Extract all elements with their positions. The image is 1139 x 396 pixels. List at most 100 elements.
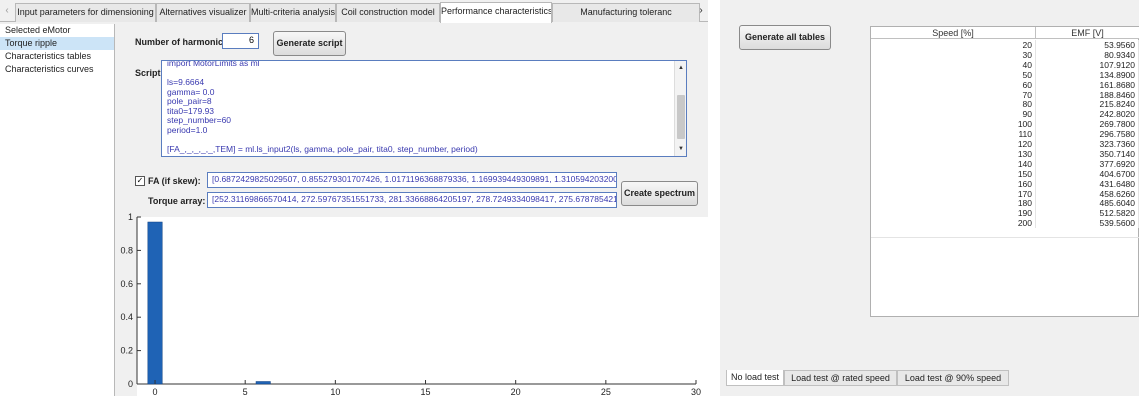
table-row[interactable]: 20 53.9560 (871, 40, 1139, 50)
script-line: tita0=179.93 (167, 105, 215, 116)
table-row[interactable]: 160 431.6480 (871, 178, 1139, 189)
cell-speed: 50 (871, 69, 1036, 80)
table-row[interactable]: 40 107.9120 (871, 59, 1139, 70)
cell-emf: 512.5820 (1036, 208, 1139, 219)
table-row[interactable]: 50 134.8900 (871, 69, 1139, 80)
script-label: Script: (135, 68, 164, 78)
emf-table: Speed [%] EMF [V] 20 53.9560 30 80.9340 40 10… (870, 26, 1139, 317)
sidebar-item-characteristics-tables[interactable]: Characteristics tables (0, 50, 114, 63)
table-row[interactable]: 80 215.8240 (871, 99, 1139, 110)
tab-coil-construction-model[interactable]: Coil construction model (336, 3, 440, 22)
table-row[interactable]: 30 80.9340 (871, 49, 1139, 60)
generate-script-button[interactable]: Generate script (273, 31, 346, 56)
script-textarea[interactable]: import MotorLimits as ml ls=9.6664 gamma=… (161, 60, 687, 157)
sidebar-item-torque-ripple[interactable]: Torque ripple (0, 37, 114, 50)
harmonic-label: Number of harmonic (135, 37, 224, 47)
tab-load-test-rated-speed[interactable]: Load test @ rated speed (784, 370, 897, 386)
script-line: [FA_,_,_,_,_,TEM] = ml.ls_input2(ls, gam… (167, 143, 478, 154)
y-tick-label: 1 (128, 212, 133, 222)
create-spectrum-button[interactable]: Create spectrum (621, 181, 698, 206)
y-tick-label: 0.4 (120, 312, 133, 322)
cell-emf: 269.7800 (1036, 119, 1139, 130)
x-tick-label: 15 (421, 387, 431, 396)
cell-speed: 30 (871, 49, 1036, 60)
cell-emf: 107.9120 (1036, 59, 1139, 70)
script-text: import MotorLimits as ml ls=9.6664 gamma=… (167, 60, 667, 154)
harmonic-input[interactable]: 6 (222, 33, 259, 49)
table-row[interactable]: 170 458.6260 (871, 188, 1139, 199)
cell-speed: 70 (871, 89, 1036, 100)
cell-speed: 110 (871, 129, 1036, 140)
spectrum-bar (147, 221, 163, 385)
tab-scroll-right-icon[interactable]: › (694, 0, 708, 22)
x-tick-label: 30 (691, 387, 701, 396)
table-row[interactable]: 140 377.6920 (871, 158, 1139, 169)
sidebar-item-selected-emotor[interactable]: Selected eMotor (0, 24, 114, 37)
bottom-tab-bar: No load test Load test @ rated speed Loa… (720, 370, 1139, 386)
cell-emf: 53.9560 (1036, 40, 1139, 50)
fa-input[interactable]: [0.6872429825029507, 0.855279301707426, … (207, 172, 617, 188)
cell-speed: 200 (871, 218, 1036, 229)
y-tick-label: 0 (128, 379, 133, 389)
tab-multi-criteria-analysis[interactable]: Multi-criteria analysis (250, 3, 336, 22)
cell-emf: 296.7580 (1036, 129, 1139, 140)
table-row[interactable]: 190 512.5820 (871, 208, 1139, 219)
script-line: import MotorLimits as ml (167, 60, 260, 68)
cell-speed: 190 (871, 208, 1036, 219)
table-row[interactable]: 110 296.7580 (871, 129, 1139, 140)
sidebar-item-characteristics-curves[interactable]: Characteristics curves (0, 63, 114, 76)
table-row[interactable]: 100 269.7800 (871, 119, 1139, 130)
tab-input-parameters[interactable]: Input parameters for dimensioning (15, 3, 156, 22)
tab-no-load-test[interactable]: No load test (726, 370, 784, 386)
table-row[interactable]: 130 350.7140 (871, 148, 1139, 159)
y-tick-label: 0.2 (120, 346, 133, 356)
x-tick-label: 5 (243, 387, 248, 396)
cell-speed: 120 (871, 139, 1036, 149)
tab-alternatives-visualizer[interactable]: Alternatives visualizer (156, 3, 250, 22)
table-row[interactable]: 180 485.6040 (871, 198, 1139, 209)
cell-emf: 188.8460 (1036, 89, 1139, 100)
tab-scroll-left-icon[interactable]: ‹ (0, 0, 14, 22)
cell-speed: 140 (871, 158, 1036, 169)
table-row[interactable]: 200 539.5600 (871, 218, 1139, 229)
torque-label: Torque array: (148, 196, 206, 206)
column-header-speed[interactable]: Speed [%] (871, 27, 1036, 39)
cell-speed: 150 (871, 168, 1036, 179)
table-row[interactable]: 150 404.6700 (871, 168, 1139, 179)
table-row[interactable]: 60 161.8680 (871, 79, 1139, 90)
tab-load-test-90-speed[interactable]: Load test @ 90% speed (897, 370, 1009, 386)
scroll-thumb[interactable] (677, 95, 685, 139)
cell-speed: 60 (871, 79, 1036, 90)
cell-speed: 100 (871, 119, 1036, 130)
generate-all-tables-button[interactable]: Generate all tables (739, 25, 831, 50)
cell-speed: 90 (871, 109, 1036, 120)
cell-emf: 350.7140 (1036, 148, 1139, 159)
scroll-down-icon[interactable]: ▼ (675, 144, 686, 154)
performance-app: ‹ Input parameters for dimensioning Alte… (0, 0, 708, 396)
column-header-emf[interactable]: EMF [V] (1036, 27, 1139, 39)
table-row[interactable]: 90 242.8020 (871, 109, 1139, 120)
x-tick-label: 0 (153, 387, 158, 396)
table-row[interactable]: 70 188.8460 (871, 89, 1139, 100)
torque-input[interactable]: [252.31169866570414, 272.59767351551733,… (207, 192, 617, 208)
cell-emf: 377.6920 (1036, 158, 1139, 169)
fa-checkbox[interactable]: ✓ (135, 176, 145, 186)
cell-emf: 323.7360 (1036, 139, 1139, 149)
cell-emf: 215.8240 (1036, 99, 1139, 110)
script-line: period=1.0 (167, 124, 208, 135)
cell-speed: 160 (871, 178, 1036, 189)
tab-performance-characteristics[interactable]: Performance characteristics (440, 2, 552, 23)
table-row[interactable]: 120 323.7360 (871, 139, 1139, 149)
cell-speed: 40 (871, 59, 1036, 70)
x-tick-label: 25 (601, 387, 611, 396)
cell-speed: 80 (871, 99, 1036, 110)
cell-speed: 20 (871, 40, 1036, 50)
script-scrollbar[interactable]: ▲ ▼ (674, 61, 686, 156)
script-line: step_number=60 (167, 115, 232, 125)
scroll-up-icon[interactable]: ▲ (675, 63, 686, 73)
x-tick-label: 20 (511, 387, 521, 396)
cell-emf: 242.8020 (1036, 109, 1139, 120)
plot-area (137, 217, 708, 396)
cell-emf: 431.6480 (1036, 178, 1139, 189)
tab-manufacturing-tolerance[interactable]: Manufacturing toleranc (552, 3, 700, 22)
